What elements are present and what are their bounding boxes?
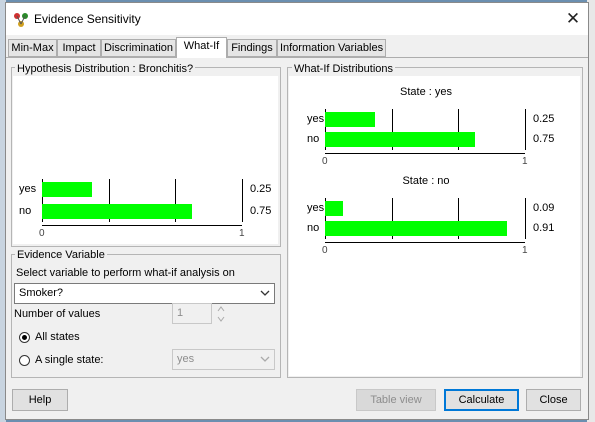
state-no-chart: 0 1 yes 0.09 no 0.91 [289,76,580,276]
evidence-variable-title: Evidence Variable [15,249,107,261]
all-states-radio[interactable] [19,332,30,343]
evidence-variable-value: Smoker? [19,287,64,299]
state-no-value-label: 0.09 [533,202,555,214]
tab-what-if[interactable]: What-If [176,37,227,58]
evidence-variable-select[interactable]: Smoker? [14,283,275,304]
calculate-button[interactable]: Calculate [444,389,519,411]
state-no-axis-line [325,242,525,243]
hypothesis-bar [42,204,192,219]
tab-findings[interactable]: Findings [227,39,277,57]
state-no-bar [325,201,343,216]
close-window-icon[interactable]: ✕ [562,8,584,30]
tab-impact[interactable]: Impact [57,39,101,57]
hypothesis-chart: 0 1 yes 0.25 no 0.75 [13,76,278,244]
what-if-chart-area: State : yes 0 1 yes 0.25 no 0.75 State : no 0… [289,76,580,376]
tab-discrimination[interactable]: Discrimination [101,39,176,57]
hypothesis-title: Hypothesis Distribution : Bronchitis? [15,63,196,75]
single-state-select[interactable]: yes [172,349,275,370]
num-values-label: Number of values [14,308,101,320]
chevron-down-icon [260,356,270,362]
num-values-spinner-icon[interactable] [216,304,226,324]
state-no-tick-label: 0 [322,245,328,256]
hypothesis-chart-area: 0 1 yes 0.25 no 0.75 [13,76,278,244]
tab-min-max[interactable]: Min-Max [8,39,57,57]
hypothesis-axis-line [42,225,242,226]
hypothesis-value-label: 0.25 [250,183,272,195]
hypothesis-category-label: yes [19,183,37,195]
single-state-value: yes [177,353,195,365]
state-no-category-label: no [307,222,320,234]
hypothesis-value-label: 0.75 [250,205,272,217]
single-state-radio[interactable] [19,355,30,366]
state-no-bar [325,221,507,236]
hypothesis-bar [42,182,92,197]
help-button[interactable]: Help [12,389,68,411]
hypothesis-tick-label: 1 [239,228,245,239]
close-button[interactable]: Close [526,389,581,411]
num-values-input[interactable]: 1 [172,303,212,324]
table-view-button[interactable]: Table view [356,389,436,411]
chevron-down-icon [260,290,270,296]
state-no-gridline [525,198,526,239]
evidence-sensitivity-dialog: Evidence Sensitivity ✕ Min-Max Impact Di… [5,2,589,420]
what-if-title: What-If Distributions [292,63,396,75]
state-no-category-label: yes [307,202,325,214]
single-state-label: A single state: [35,354,104,366]
hypothesis-category-label: no [19,205,32,217]
evidence-instruction: Select variable to perform what-if analy… [16,267,235,279]
window-title: Evidence Sensitivity [34,12,141,26]
state-no-value-label: 0.91 [533,222,555,234]
tab-information-variables[interactable]: Information Variables [277,39,386,57]
all-states-label: All states [35,331,80,343]
hypothesis-tick-label: 0 [39,228,45,239]
state-no-tick-label: 1 [522,245,528,256]
app-icon [14,13,28,27]
hypothesis-gridline [242,179,243,222]
title-bar: Evidence Sensitivity ✕ [6,3,588,35]
